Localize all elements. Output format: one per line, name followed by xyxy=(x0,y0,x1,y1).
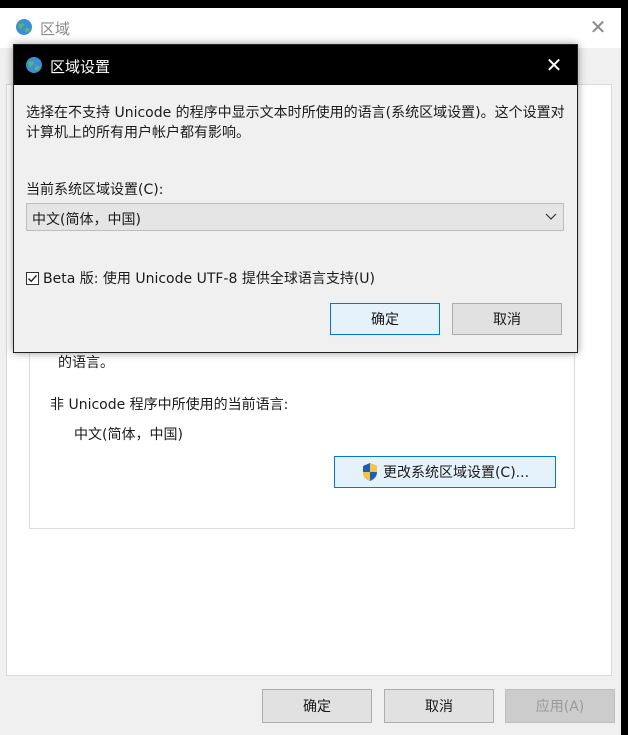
globe-icon xyxy=(16,19,32,35)
non-unicode-language-value: 中文(简体，中国) xyxy=(74,427,183,443)
close-icon[interactable]: ✕ xyxy=(541,52,567,78)
cancel-button[interactable]: 取消 xyxy=(384,689,494,723)
region-settings-title: 区域设置 xyxy=(50,58,111,76)
globe-icon xyxy=(26,57,42,73)
cancel-button[interactable]: 取消 xyxy=(452,303,562,335)
chevron-down-icon xyxy=(545,213,557,220)
uac-shield-icon xyxy=(362,463,377,481)
beta-utf8-label: Beta 版: 使用 Unicode UTF-8 提供全球语言支持(U) xyxy=(43,271,376,287)
beta-utf8-checkbox[interactable] xyxy=(26,271,39,285)
system-locale-selected-value: 中文(简体，中国) xyxy=(32,212,141,228)
region-settings-dialog: 区域设置 ✕ 选择在不支持 Unicode 的程序中显示文本时所使用的语言(系统… xyxy=(13,44,578,353)
groupbox-partial-text: 的语言。 xyxy=(58,355,114,371)
system-locale-select[interactable]: 中文(简体，中国) xyxy=(26,203,564,231)
region-settings-titlebar: 区域设置 ✕ xyxy=(14,45,577,85)
ok-button[interactable]: 确定 xyxy=(262,689,372,723)
ok-button[interactable]: 确定 xyxy=(330,303,440,335)
region-window-title: 区域 xyxy=(40,20,71,38)
region-titlebar: 区域 ✕ xyxy=(0,8,621,48)
apply-button: 应用(A) xyxy=(505,689,615,723)
checkbox-check-icon xyxy=(27,274,38,282)
non-unicode-language-label: 非 Unicode 程序中所使用的当前语言: xyxy=(50,397,289,413)
current-locale-label: 当前系统区域设置(C): xyxy=(26,182,164,198)
system-locale-description: 选择在不支持 Unicode 的程序中显示文本时所使用的语言(系统区域设置)。这… xyxy=(26,105,565,141)
change-system-locale-label: 更改系统区域设置(C)... xyxy=(382,465,530,481)
close-icon[interactable]: ✕ xyxy=(585,14,611,40)
change-system-locale-button[interactable]: 更改系统区域设置(C)... xyxy=(334,456,556,488)
beta-utf8-option[interactable]: Beta 版: 使用 Unicode UTF-8 提供全球语言支持(U) xyxy=(26,268,375,288)
